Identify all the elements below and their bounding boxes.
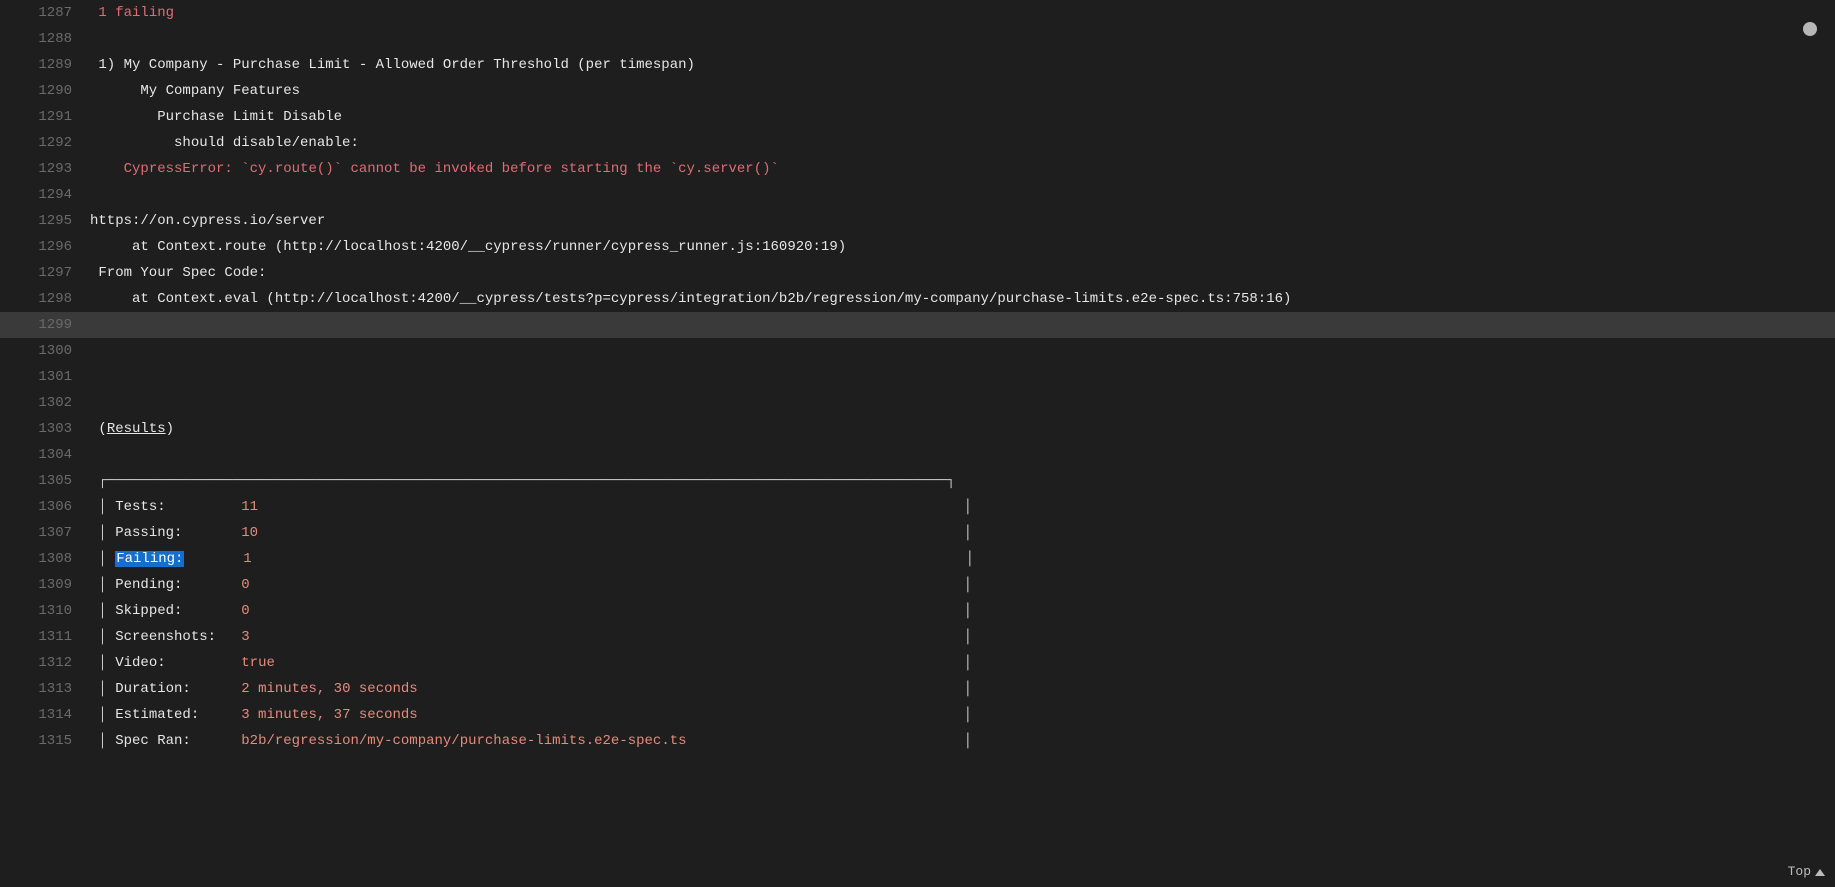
code-content[interactable]: 1 failing 1) My Company - Purchase Limit… xyxy=(0,0,1835,754)
code-line xyxy=(90,26,1835,52)
table-value: 10 xyxy=(241,525,258,541)
code-line: │ Screenshots: 3 │ xyxy=(90,624,1835,650)
code-line: 1 failing xyxy=(90,0,1835,26)
code-line xyxy=(90,442,1835,468)
code-line: │ Duration: 2 minutes, 30 seconds │ xyxy=(90,676,1835,702)
triangle-up-icon xyxy=(1815,869,1825,876)
code-line: https://on.cypress.io/server xyxy=(90,208,1835,234)
scroll-position-label: Top xyxy=(1788,859,1811,885)
code-line: should disable/enable: xyxy=(90,130,1835,156)
code-line: From Your Spec Code: xyxy=(90,260,1835,286)
table-value: 2 minutes, 30 seconds xyxy=(241,681,417,697)
code-line: 1) My Company - Purchase Limit - Allowed… xyxy=(90,52,1835,78)
code-line: CypressError: `cy.route()` cannot be inv… xyxy=(90,156,1835,182)
code-line: │ Video: true │ xyxy=(90,650,1835,676)
code-line: at Context.route (http://localhost:4200/… xyxy=(90,234,1835,260)
code-line: │ Pending: 0 │ xyxy=(90,572,1835,598)
code-line: │ Skipped: 0 │ xyxy=(90,598,1835,624)
table-value: 0 xyxy=(241,577,249,593)
code-editor[interactable]: 1287128812891290129112921293129412951296… xyxy=(0,0,1835,887)
code-line xyxy=(90,312,1835,338)
table-value: 1 xyxy=(243,551,251,567)
table-value: b2b/regression/my-company/purchase-limit… xyxy=(241,733,686,749)
code-line: My Company Features xyxy=(90,78,1835,104)
table-value: 0 xyxy=(241,603,249,619)
selected-text: Failing: xyxy=(115,551,184,567)
code-line xyxy=(90,338,1835,364)
code-line: │ Spec Ran: b2b/regression/my-company/pu… xyxy=(90,728,1835,754)
code-line: │ Failing: 1 │ xyxy=(90,546,1835,572)
table-value: 11 xyxy=(241,499,258,515)
code-line: Purchase Limit Disable xyxy=(90,104,1835,130)
code-line: │ Passing: 10 │ xyxy=(90,520,1835,546)
table-value: 3 xyxy=(241,629,249,645)
table-value: true xyxy=(241,655,275,671)
code-line xyxy=(90,390,1835,416)
code-line xyxy=(90,364,1835,390)
code-line xyxy=(90,182,1835,208)
code-line: ┌───────────────────────────────────────… xyxy=(90,468,1835,494)
modified-indicator-icon xyxy=(1803,22,1817,36)
code-line: │ Estimated: 3 minutes, 37 seconds │ xyxy=(90,702,1835,728)
table-value: 3 minutes, 37 seconds xyxy=(241,707,417,723)
code-line: at Context.eval (http://localhost:4200/_… xyxy=(90,286,1835,312)
code-line: │ Tests: 11 │ xyxy=(90,494,1835,520)
scroll-position-indicator: Top xyxy=(1788,859,1825,885)
code-line: (Results) xyxy=(90,416,1835,442)
